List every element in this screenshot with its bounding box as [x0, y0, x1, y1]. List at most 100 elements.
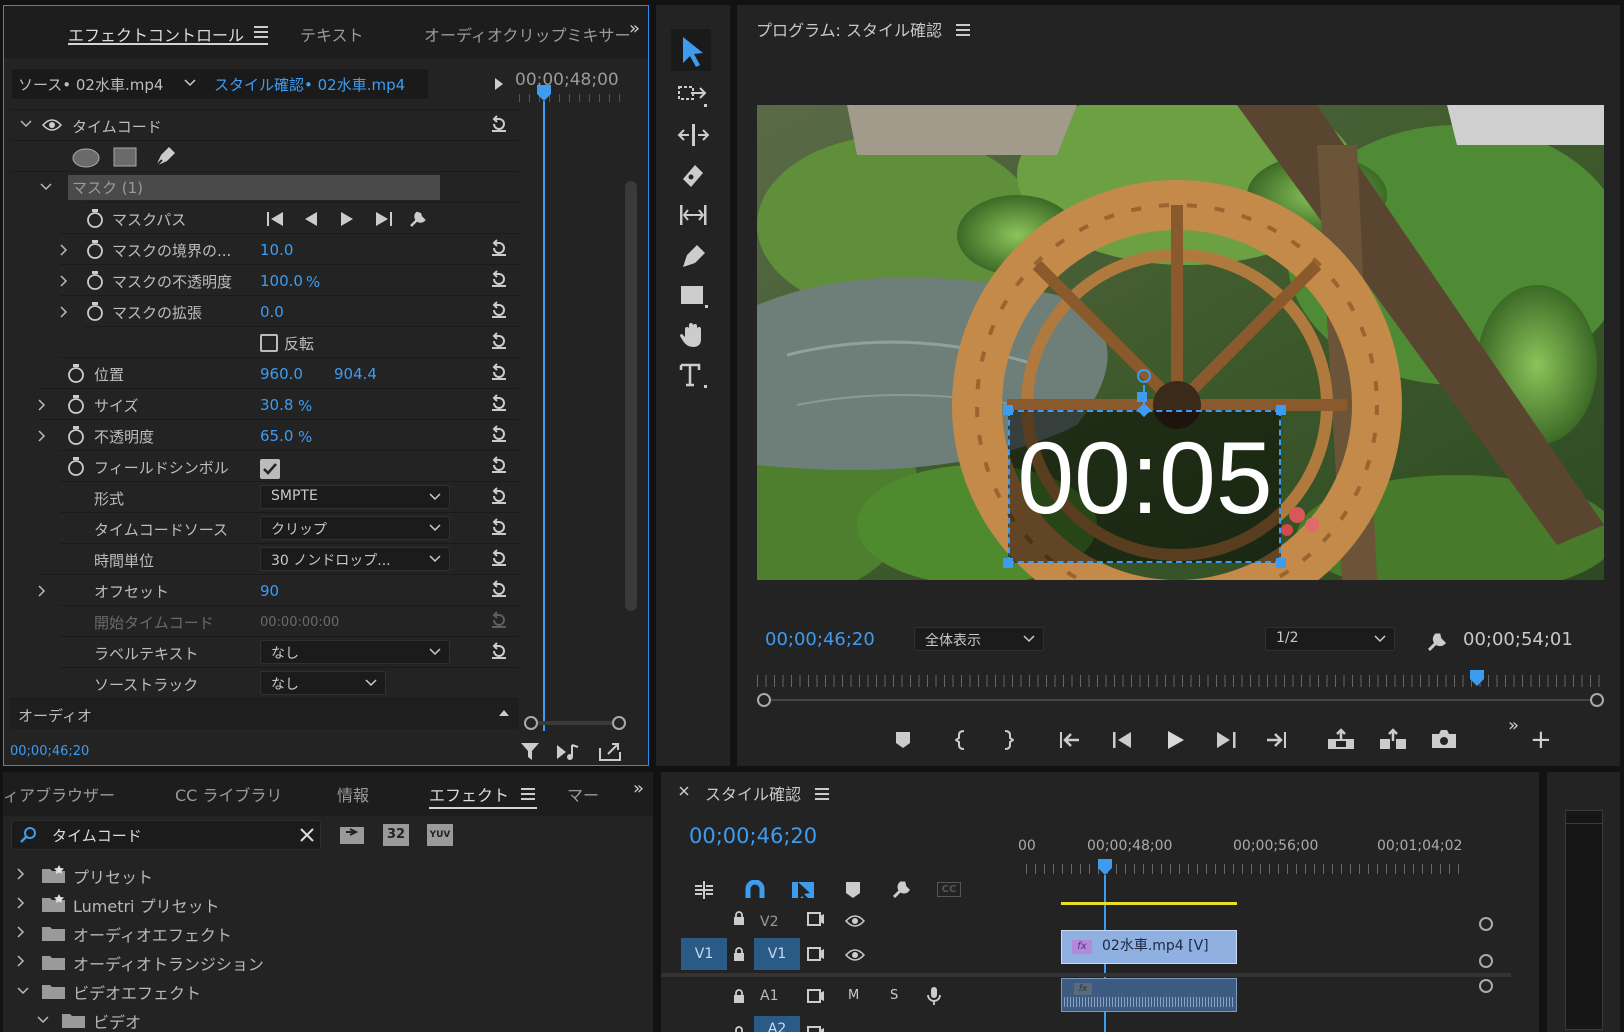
- mask-row[interactable]: マスク (1): [10, 171, 519, 202]
- sync-lock-icon[interactable]: [807, 947, 825, 961]
- label-text-dropdown[interactable]: なし: [260, 640, 450, 664]
- audio-toggle-icon[interactable]: [556, 743, 580, 761]
- panel-menu-icon[interactable]: [956, 24, 970, 36]
- program-playhead[interactable]: [1469, 669, 1485, 687]
- go-to-out-icon[interactable]: [1265, 731, 1287, 749]
- reset-icon[interactable]: [490, 115, 508, 133]
- add-button-icon[interactable]: +: [1530, 727, 1552, 753]
- stopwatch-icon[interactable]: [67, 364, 85, 384]
- track-target-v1[interactable]: V1: [754, 938, 800, 970]
- audio-section-row[interactable]: オーディオ: [10, 698, 519, 729]
- size-value[interactable]: 30.8: [260, 396, 293, 414]
- chevron-down-icon[interactable]: [184, 79, 196, 87]
- track-backward-one-icon[interactable]: [304, 211, 318, 227]
- track-backward-icon[interactable]: [267, 211, 285, 227]
- tab-text[interactable]: テキスト: [300, 22, 364, 46]
- sync-lock-icon[interactable]: [807, 989, 825, 1003]
- audio-clip[interactable]: fx: [1061, 978, 1237, 1012]
- mask-expansion-value[interactable]: 0.0: [260, 303, 284, 321]
- chevron-right-icon[interactable]: [38, 430, 46, 442]
- effects-tree-item[interactable]: プリセット: [11, 860, 645, 889]
- reset-icon[interactable]: [490, 425, 508, 443]
- chevron-down-icon[interactable]: [20, 120, 32, 128]
- mask-handle-br[interactable]: [1276, 558, 1286, 568]
- mask-name-label[interactable]: マスク (1): [68, 175, 440, 200]
- pen-mask-icon[interactable]: [153, 145, 177, 169]
- chevron-down-icon[interactable]: [17, 987, 29, 995]
- mask-bounding-box[interactable]: [1008, 410, 1281, 563]
- reset-icon[interactable]: [490, 332, 508, 350]
- collapse-up-icon[interactable]: [498, 709, 510, 717]
- track-zoom-handle-v2[interactable]: [1479, 917, 1493, 931]
- reset-icon[interactable]: [490, 394, 508, 412]
- nest-toggle-icon[interactable]: [693, 880, 715, 900]
- vertical-scrollbar[interactable]: [625, 181, 637, 611]
- timecode-effect-row[interactable]: タイムコード: [10, 109, 519, 140]
- stopwatch-icon[interactable]: [86, 302, 104, 322]
- source-clip-label[interactable]: ソース• 02水車.mp4: [18, 74, 163, 95]
- voiceover-mic-icon[interactable]: [927, 986, 941, 1006]
- effects-tree-item[interactable]: ビデオ: [11, 1005, 645, 1032]
- rectangle-tool-icon[interactable]: [677, 281, 709, 309]
- panel-menu-icon[interactable]: [815, 788, 829, 800]
- step-back-icon[interactable]: [1111, 731, 1133, 749]
- stopwatch-icon[interactable]: [67, 395, 85, 415]
- stopwatch-icon[interactable]: [67, 426, 85, 446]
- export-icon[interactable]: [598, 742, 622, 762]
- mask-rotate-handle[interactable]: [1137, 369, 1151, 383]
- reset-icon[interactable]: [490, 301, 508, 319]
- tab-info[interactable]: 情報: [337, 782, 369, 806]
- time-unit-dropdown[interactable]: 30 ノンドロップ...: [260, 547, 450, 571]
- timecode-source-dropdown[interactable]: クリップ: [260, 516, 450, 540]
- clear-search-icon[interactable]: [300, 828, 314, 842]
- source-track-dropdown[interactable]: なし: [260, 671, 386, 695]
- field-symbol-checkbox[interactable]: [260, 459, 280, 479]
- invert-checkbox[interactable]: [260, 334, 278, 352]
- panel-menu-icon[interactable]: [521, 788, 535, 800]
- zoom-slider-track[interactable]: [530, 721, 620, 725]
- mask-feather-handle[interactable]: [1137, 392, 1147, 402]
- filter-icon[interactable]: [520, 742, 540, 762]
- stopwatch-icon[interactable]: [86, 240, 104, 260]
- razor-tool-icon[interactable]: [677, 161, 709, 189]
- timeline-ruler[interactable]: [1026, 864, 1466, 874]
- track-forward-icon[interactable]: [374, 211, 392, 227]
- slip-tool-icon[interactable]: [677, 201, 709, 229]
- reset-icon[interactable]: [490, 580, 508, 598]
- export-frame-camera-icon[interactable]: [1431, 729, 1457, 749]
- pen-tool-icon[interactable]: [677, 241, 709, 269]
- add-marker-icon[interactable]: [845, 881, 861, 899]
- chevron-right-icon[interactable]: [38, 399, 46, 411]
- effects-tree-item[interactable]: オーディオエフェクト: [11, 918, 645, 947]
- ripple-edit-tool-icon[interactable]: [677, 121, 709, 149]
- lock-icon[interactable]: [733, 1026, 745, 1032]
- track-forward-one-icon[interactable]: [340, 211, 354, 227]
- sequence-clip-label[interactable]: スタイル確認• 02水車.mp4: [214, 74, 405, 95]
- track-target-a2[interactable]: A2: [754, 1016, 800, 1032]
- chevron-right-icon[interactable]: [38, 585, 46, 597]
- eye-icon[interactable]: [845, 914, 865, 928]
- mask-handle-tl[interactable]: [1003, 405, 1013, 415]
- track-label-a1[interactable]: A1: [760, 988, 778, 1004]
- rectangle-mask-icon[interactable]: [113, 147, 137, 167]
- accelerated-effects-icon[interactable]: [339, 824, 365, 846]
- reset-icon[interactable]: [490, 363, 508, 381]
- video-frame[interactable]: 00:05: [757, 105, 1604, 580]
- zoom-slider-left-handle[interactable]: [524, 716, 538, 730]
- hand-tool-icon[interactable]: [677, 321, 709, 349]
- sync-lock-icon[interactable]: [807, 1026, 825, 1032]
- mask-handle-bl[interactable]: [1003, 558, 1013, 568]
- chevron-right-icon[interactable]: [17, 955, 25, 967]
- mask-opacity-value[interactable]: 100.0: [260, 272, 303, 290]
- tab-markers[interactable]: マー: [567, 782, 599, 806]
- panel-overflow-icon[interactable]: »: [629, 18, 640, 39]
- lock-icon[interactable]: [733, 947, 745, 961]
- chevron-right-icon[interactable]: [17, 868, 25, 880]
- captions-cc-icon[interactable]: CC: [937, 882, 961, 897]
- timeline-playhead[interactable]: [1097, 858, 1113, 876]
- track-select-tool-icon[interactable]: [677, 81, 709, 109]
- tab-audio-clip-mixer[interactable]: オーディオクリップミキサー: [424, 22, 631, 46]
- track-zoom-handle-a1[interactable]: [1479, 979, 1493, 993]
- stopwatch-icon[interactable]: [86, 209, 104, 229]
- zoom-dropdown[interactable]: 全体表示: [914, 627, 1044, 651]
